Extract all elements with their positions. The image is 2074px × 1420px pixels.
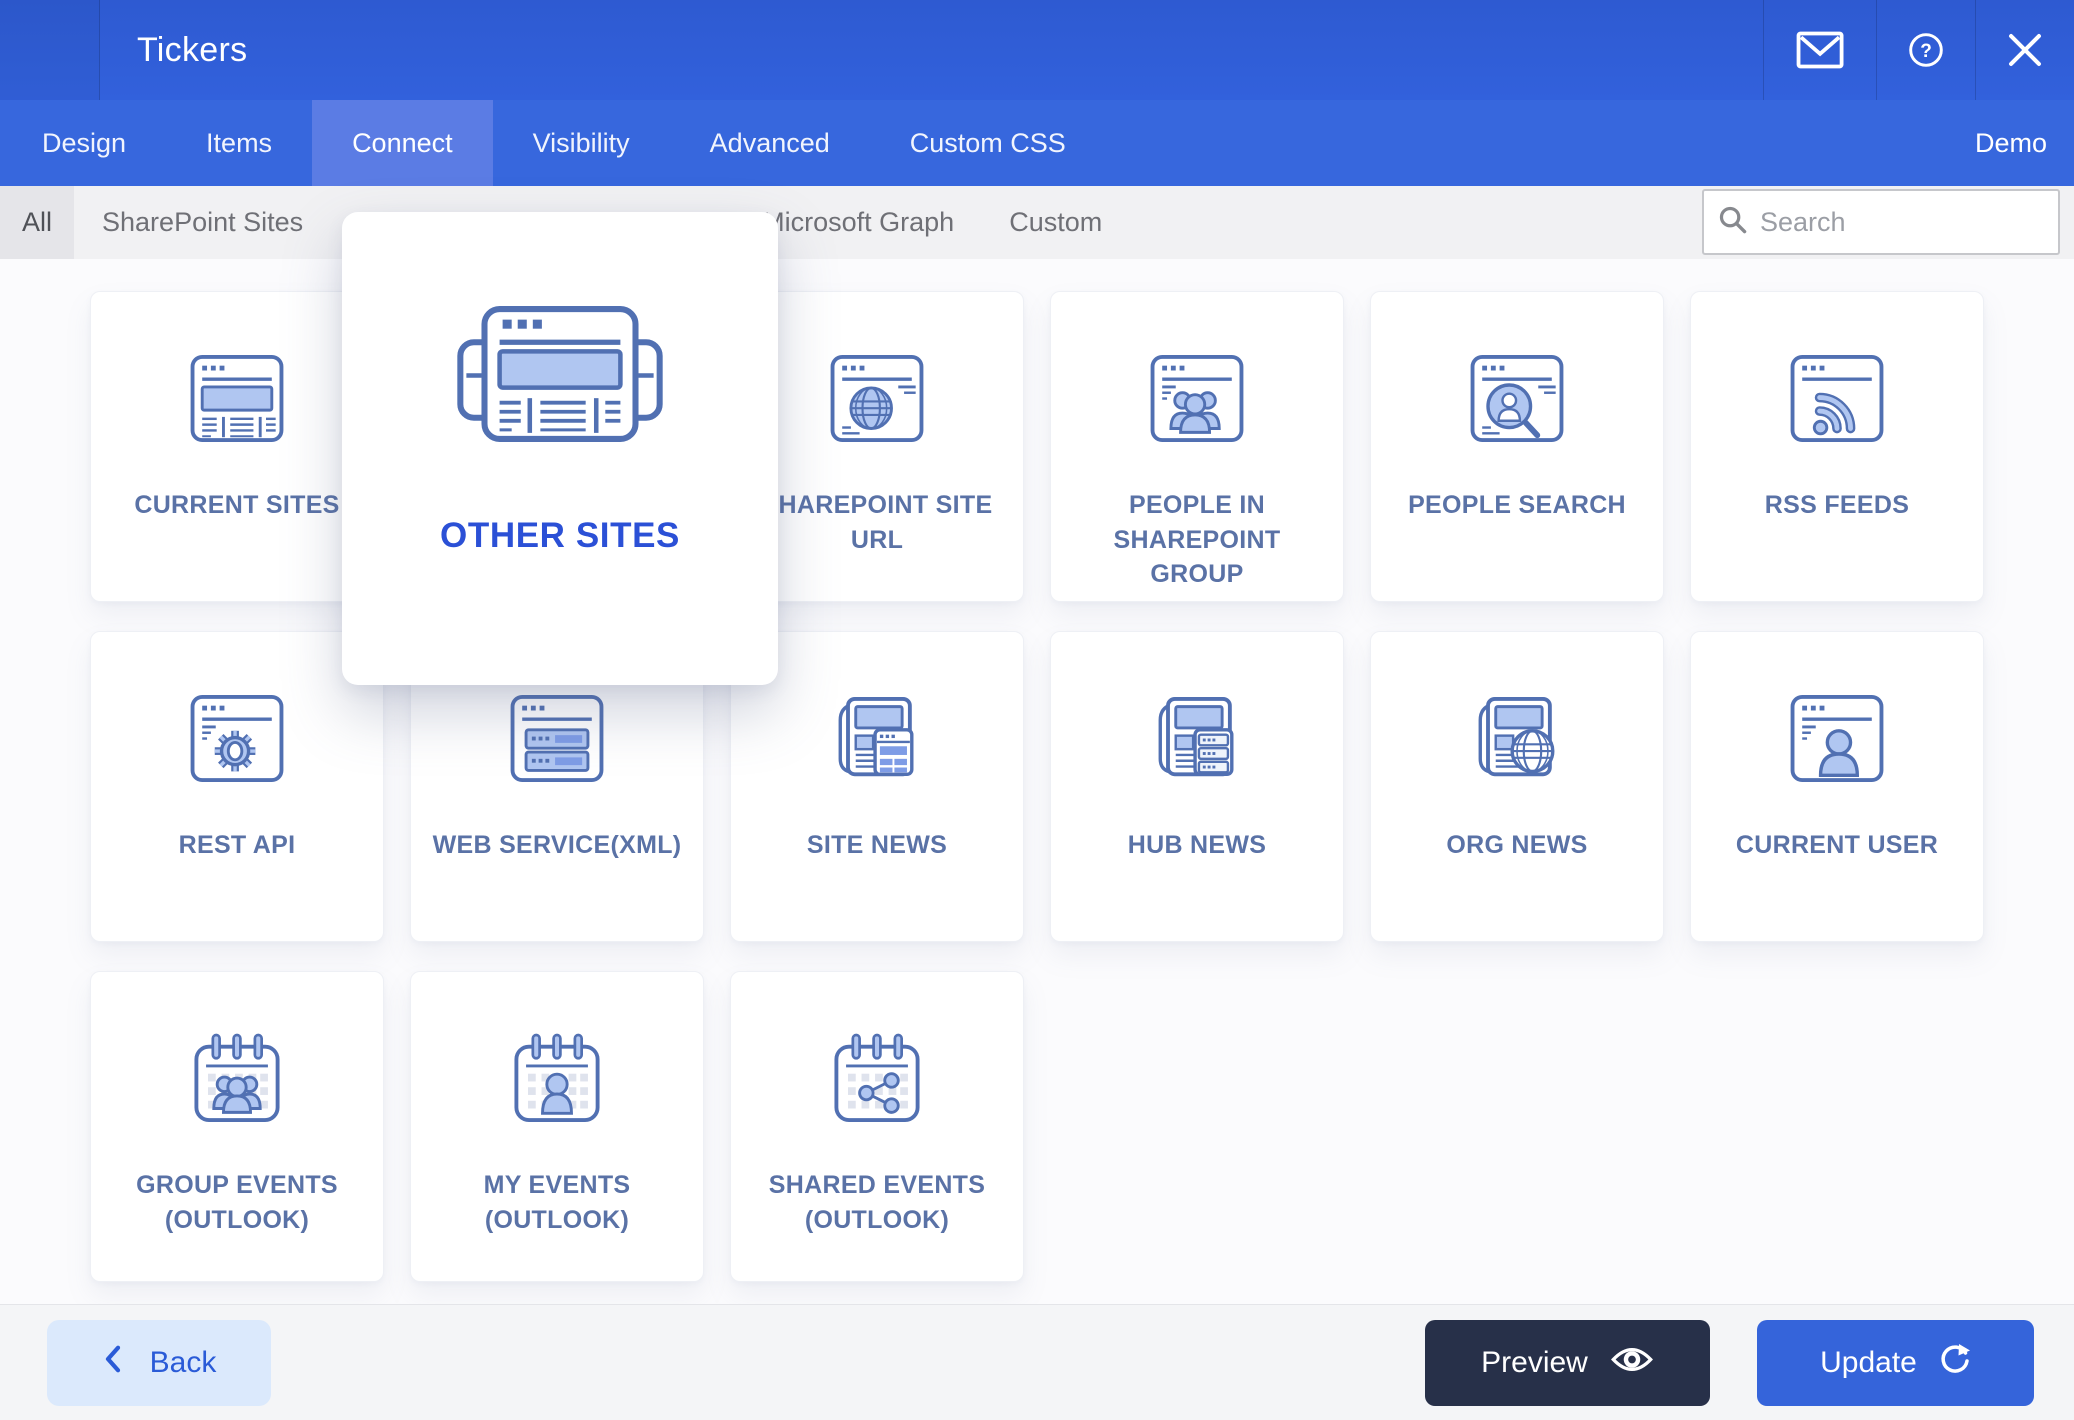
connector-card-label: WEB SERVICE(XML) bbox=[432, 831, 682, 859]
news-browser-icon bbox=[819, 678, 935, 800]
refresh-icon bbox=[1937, 1342, 1971, 1384]
header-actions: ? bbox=[1763, 0, 2074, 100]
footer-bar: Back Preview Update bbox=[0, 1304, 2074, 1420]
connector-card-label: SHARED EVENTS (OUTLOOK) bbox=[768, 1171, 986, 1234]
connector-card-label: RSS FEEDS bbox=[1764, 491, 1910, 519]
connector-card-label: SHAREPOINT SITE URL bbox=[761, 491, 993, 554]
search-box[interactable] bbox=[1702, 189, 2060, 255]
close-icon[interactable] bbox=[1975, 0, 2074, 100]
calendar-person-icon bbox=[499, 1018, 615, 1140]
connector-card-group-events-outlook[interactable]: GROUP EVENTS (OUTLOOK) bbox=[90, 971, 384, 1282]
help-icon[interactable]: ? bbox=[1876, 0, 1975, 100]
dialog-title: Tickers bbox=[137, 30, 248, 69]
filter-custom[interactable]: Custom bbox=[1009, 207, 1102, 238]
server-stack-icon bbox=[499, 678, 615, 800]
connector-card-people-in-sharepoint-group[interactable]: PEOPLE IN SHAREPOINT GROUP bbox=[1050, 291, 1344, 602]
back-button-label: Back bbox=[149, 1346, 217, 1379]
tab-items[interactable]: Items bbox=[166, 100, 312, 186]
connector-card-label: SITE NEWS bbox=[806, 831, 948, 859]
tickers-dialog: Tickers ? Design Items Connect Visibility Ad… bbox=[0, 0, 2074, 1420]
connector-card-my-events-outlook[interactable]: MY EVENTS (OUTLOOK) bbox=[410, 971, 704, 1282]
search-icon bbox=[1718, 205, 1760, 240]
popup-card-other-sites[interactable]: OTHER SITES bbox=[342, 212, 778, 685]
calendar-people-icon bbox=[179, 1018, 295, 1140]
connector-card-label: GROUP EVENTS (OUTLOOK) bbox=[136, 1171, 338, 1234]
connector-card-shared-events-outlook[interactable]: SHARED EVENTS (OUTLOOK) bbox=[730, 971, 1024, 1282]
browser-globe-icon bbox=[819, 338, 935, 460]
connector-card-current-user[interactable]: CURRENT USER bbox=[1690, 631, 1984, 942]
update-button[interactable]: Update bbox=[1757, 1320, 2034, 1406]
browser-gear-icon bbox=[179, 678, 295, 800]
tabs-list: Design Items Connect Visibility Advanced Cust… bbox=[0, 100, 1106, 186]
mail-icon[interactable] bbox=[1763, 0, 1876, 100]
connector-card-label: PEOPLE SEARCH bbox=[1408, 491, 1626, 519]
demo-label[interactable]: Demo bbox=[1975, 100, 2047, 186]
connector-card-org-news[interactable]: ORG NEWS bbox=[1370, 631, 1664, 942]
filter-bar: All SharePoint Sites Microsoft Graph Custom bbox=[0, 186, 2074, 259]
newspaper-icon bbox=[454, 292, 666, 458]
tab-visibility[interactable]: Visibility bbox=[493, 100, 670, 186]
connector-card-label: MY EVENTS (OUTLOOK) bbox=[483, 1171, 631, 1234]
filter-microsoft-graph[interactable]: Microsoft Graph bbox=[762, 207, 954, 238]
tab-connect[interactable]: Connect bbox=[312, 100, 493, 186]
chevron-left-icon bbox=[102, 1344, 124, 1382]
browser-news-icon bbox=[179, 338, 295, 460]
connector-card-label: HUB NEWS bbox=[1127, 831, 1267, 859]
browser-people-icon bbox=[1139, 338, 1255, 460]
popup-card-label: OTHER SITES bbox=[440, 516, 680, 555]
connector-card-current-sites[interactable]: CURRENT SITES bbox=[90, 291, 384, 602]
tab-custom-css[interactable]: Custom CSS bbox=[870, 100, 1106, 186]
connector-card-label: REST API bbox=[178, 831, 296, 859]
eye-icon bbox=[1610, 1344, 1654, 1383]
tab-bar: Design Items Connect Visibility Advanced Cust… bbox=[0, 100, 2074, 186]
connector-card-rest-api[interactable]: REST API bbox=[90, 631, 384, 942]
app-logo bbox=[0, 0, 103, 107]
connector-card-people-search[interactable]: PEOPLE SEARCH bbox=[1370, 291, 1664, 602]
back-button[interactable]: Back bbox=[47, 1320, 271, 1406]
header: Tickers ? bbox=[0, 0, 2074, 107]
tab-advanced[interactable]: Advanced bbox=[670, 100, 870, 186]
filter-sharepoint-sites[interactable]: SharePoint Sites bbox=[102, 207, 303, 238]
preview-button[interactable]: Preview bbox=[1425, 1320, 1710, 1406]
connector-card-label: PEOPLE IN SHAREPOINT GROUP bbox=[1113, 491, 1281, 588]
update-button-label: Update bbox=[1820, 1346, 1917, 1379]
calendar-share-icon bbox=[819, 1018, 935, 1140]
search-input[interactable] bbox=[1760, 206, 2044, 238]
connector-card-label: CURRENT USER bbox=[1735, 831, 1939, 859]
browser-person-search-icon bbox=[1459, 338, 1575, 460]
connector-card-label: CURRENT SITES bbox=[134, 491, 340, 519]
connector-card-rss-feeds[interactable]: RSS FEEDS bbox=[1690, 291, 1984, 602]
connector-card-label: ORG NEWS bbox=[1446, 831, 1588, 859]
browser-rss-icon bbox=[1779, 338, 1895, 460]
news-globe-icon bbox=[1459, 678, 1575, 800]
preview-button-label: Preview bbox=[1481, 1346, 1588, 1379]
svg-text:?: ? bbox=[1920, 41, 1932, 62]
news-server-icon bbox=[1139, 678, 1255, 800]
filter-all[interactable]: All bbox=[0, 186, 75, 259]
connector-card-hub-news[interactable]: HUB NEWS bbox=[1050, 631, 1344, 942]
browser-person-icon bbox=[1779, 678, 1895, 800]
tab-design[interactable]: Design bbox=[2, 100, 166, 186]
